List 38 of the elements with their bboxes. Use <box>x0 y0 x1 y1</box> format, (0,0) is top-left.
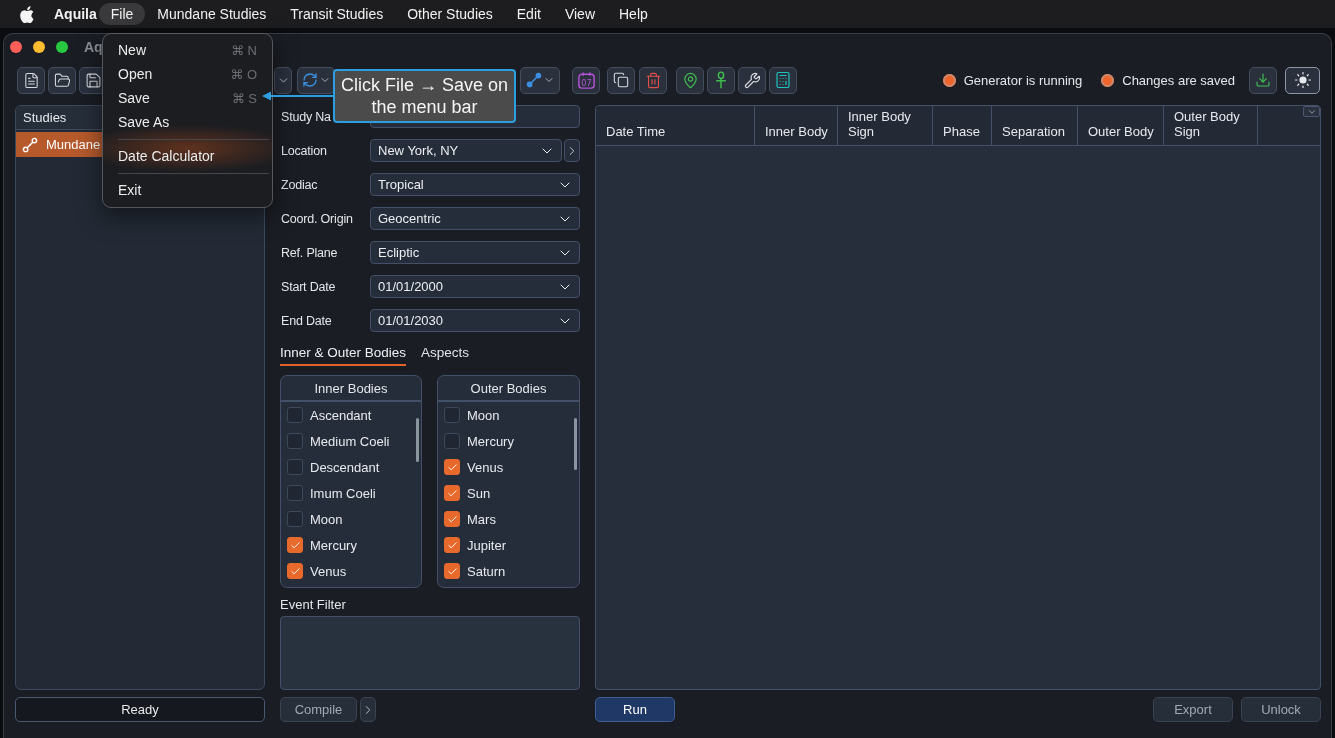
field-label: Ref. Plane <box>280 245 339 260</box>
checkbox-label: Mercury <box>310 537 357 553</box>
checkbox-label: Moon <box>467 407 500 423</box>
field-label: Location <box>280 143 328 158</box>
field-label: Study Na <box>280 109 332 124</box>
window-title: Aq <box>84 38 103 55</box>
list-header: Inner Bodies <box>281 376 421 402</box>
checkbox-label: Mercury <box>467 433 514 449</box>
checkbox-label: Venus <box>467 459 504 475</box>
shortcut-text: ⌘ S <box>231 90 257 106</box>
checkbox-label: Descendant <box>310 459 380 475</box>
menu-item-label: Date Calculator <box>118 148 215 164</box>
checkbox-label: Moon <box>310 511 343 527</box>
checkbox-label: Sun <box>467 485 491 501</box>
status-display: Ready <box>15 697 265 722</box>
shortcut-text: ⌘ N <box>231 42 257 58</box>
field-label: Start Date <box>280 279 337 294</box>
checkbox-label: Ascendant <box>310 407 372 423</box>
list-header: Outer Bodies <box>438 376 579 402</box>
status-text: Changes are saved <box>1122 72 1235 88</box>
checkbox-label: Mars <box>467 511 496 527</box>
shortcut-text: ⌘ O <box>230 66 257 82</box>
checkbox-label: Imum Coeli <box>310 485 376 501</box>
field-label: End Date <box>280 313 333 328</box>
menu-item-label: New <box>118 42 146 58</box>
menu-item-label: Exit <box>118 182 142 198</box>
checkbox-label: Jupiter <box>467 537 507 553</box>
field-label: Coord. Origin <box>280 211 354 226</box>
menu-item-label: Save As <box>118 114 170 130</box>
instruction-tooltip: Click File → Save on the menu bar <box>333 69 516 123</box>
field-label: Zodiac <box>280 177 319 192</box>
section-label: Event Filter <box>280 597 347 613</box>
checkbox-label: Medium Coeli <box>310 433 390 449</box>
status-text: Generator is running <box>963 72 1083 88</box>
menu-item-label: Save <box>118 90 150 106</box>
checkbox-label: Venus <box>310 563 347 579</box>
checkbox-label: Saturn <box>467 563 506 579</box>
menu-item-label: Open <box>118 66 153 82</box>
